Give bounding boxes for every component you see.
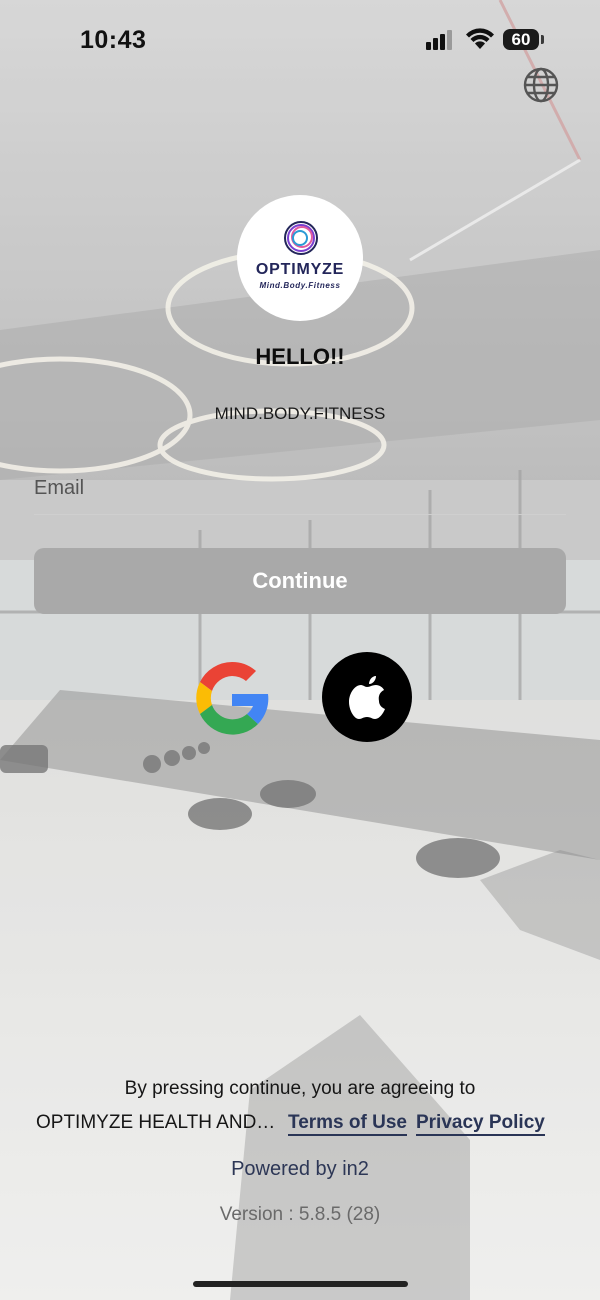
google-icon[interactable] (190, 656, 274, 740)
status-time: 10:43 (80, 26, 147, 54)
terms-of-use-link[interactable]: Terms of Use (288, 1112, 407, 1136)
greeting-title: HELLO!! (255, 344, 345, 369)
wifi-icon (466, 28, 494, 49)
logo-rings-icon (284, 221, 318, 255)
home-indicator[interactable] (193, 1281, 408, 1287)
continue-button[interactable]: Continue (34, 548, 566, 614)
terms-agreement-text: By pressing continue, you are agreeing t… (124, 1078, 476, 1099)
status-bar: 10:43 60 (0, 0, 600, 80)
powered-by-text: Powered by in2 (231, 1158, 369, 1180)
globe-icon[interactable] (522, 66, 560, 104)
cellular-signal-icon (426, 30, 452, 50)
battery-icon: 60 (503, 29, 539, 50)
organization-name: OPTIMYZE HEALTH AND FI... (36, 1112, 279, 1133)
privacy-policy-link[interactable]: Privacy Policy (415, 1112, 545, 1136)
apple-sign-in-button[interactable] (322, 652, 412, 742)
brand-logo: OPTIMYZE Mind.Body.Fitness (237, 195, 363, 321)
logo-tagline: Mind.Body.Fitness (259, 281, 341, 290)
version-text: Version : 5.8.5 (28) (219, 1204, 381, 1225)
email-field[interactable] (34, 462, 566, 515)
greeting-subtitle: MIND.BODY.FITNESS (214, 404, 386, 423)
terms-agreement-links: OPTIMYZE HEALTH AND FI... Terms of Use Pri… (36, 1112, 576, 1136)
logo-wordmark: OPTIMYZE (255, 261, 345, 278)
apple-icon (349, 676, 385, 719)
battery-tip (541, 35, 544, 44)
